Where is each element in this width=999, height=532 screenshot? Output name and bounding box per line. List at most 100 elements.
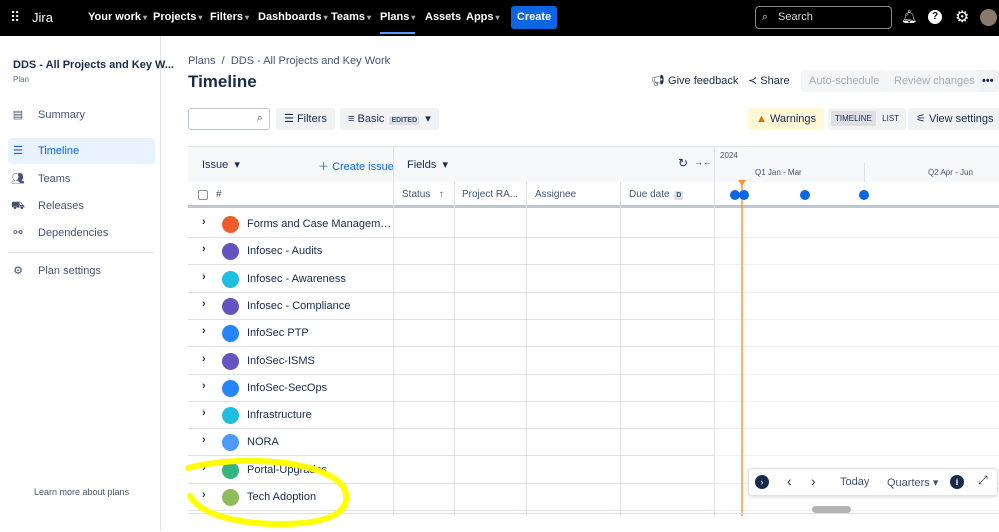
project-name[interactable]: Infosec - Compliance — [247, 300, 350, 312]
nav-teams[interactable]: Teams ▾ — [331, 11, 371, 23]
today-button[interactable]: Today — [840, 476, 869, 488]
nav-projects[interactable]: Projects ▾ — [153, 11, 202, 23]
sidebar-item-summary[interactable]: ▤ Summary — [8, 102, 155, 128]
collapse-icon[interactable]: →← — [694, 157, 712, 167]
share-button[interactable]: ≺ Share — [748, 74, 790, 87]
project-name[interactable]: InfoSec-ISMS — [247, 355, 315, 367]
scale-dropdown[interactable]: Quarters ▾ — [887, 476, 938, 489]
sliders-icon: ⚟ — [916, 113, 926, 125]
sidebar-item-releases[interactable]: ⛟ Releases — [8, 193, 155, 219]
warnings-button[interactable]: ▲ Warnings — [748, 108, 825, 130]
nav-plans[interactable]: Plans ▾ — [380, 11, 416, 34]
plan-name: DDS - All Projects and Key W... — [13, 59, 174, 71]
view-settings-button[interactable]: ⚟ View settings — [908, 108, 999, 130]
table-row[interactable]: › Infosec - Audits — [188, 238, 714, 266]
fields-dropdown[interactable]: Fields ▾ — [407, 158, 448, 171]
avatar[interactable] — [980, 9, 997, 26]
project-name[interactable]: Infosec - Audits — [247, 245, 322, 257]
table-row[interactable]: › InfoSec-SecOps — [188, 375, 714, 402]
breadcrumb-plan[interactable]: DDS - All Projects and Key Work — [231, 55, 390, 67]
timeline-row-line — [714, 400, 999, 402]
teams-icon: 👥︎ — [11, 173, 25, 185]
nav-assets[interactable]: Assets — [425, 11, 461, 23]
app-switcher-icon[interactable]: ⠿ — [10, 9, 20, 26]
nav-your-work[interactable]: Your work ▾ — [88, 11, 147, 23]
sidebar-item-timeline[interactable]: ☰ Timeline — [8, 138, 155, 164]
issue-dropdown[interactable]: Issue ▾ — [202, 158, 240, 171]
chevron-right-icon[interactable]: › — [202, 243, 206, 255]
learn-more-link[interactable]: Learn more about plans — [34, 487, 129, 497]
tab-timeline[interactable]: TIMELINE — [831, 111, 876, 126]
project-name[interactable]: InfoSec PTP — [247, 327, 309, 339]
search-field[interactable]: ⌕ — [188, 108, 270, 130]
nav-filters[interactable]: Filters ▾ — [210, 11, 249, 23]
project-name[interactable]: NORA — [247, 436, 279, 448]
status-header[interactable]: Status ↑ — [402, 189, 444, 200]
horizontal-scrollbar[interactable] — [812, 506, 851, 513]
sidebar-item-plan-settings[interactable]: ⚙ Plan settings — [8, 258, 155, 284]
project-ra-header[interactable]: Project RA... — [462, 189, 518, 200]
assignee-header[interactable]: Assignee — [535, 189, 576, 200]
table-row[interactable]: › InfoSec PTP — [188, 320, 714, 348]
chevron-right-icon[interactable]: › — [202, 380, 206, 392]
refresh-icon[interactable]: ↻ — [678, 156, 688, 170]
nav-apps[interactable]: Apps ▾ — [466, 11, 500, 23]
fullscreen-icon[interactable]: ⤢ — [978, 473, 988, 488]
search-input[interactable]: ⌕ Search — [755, 6, 892, 29]
chevron-right-icon[interactable]: › — [202, 271, 206, 283]
more-icon[interactable]: ••• — [977, 70, 999, 92]
due-date-header[interactable]: Due date D — [629, 189, 684, 200]
table-row[interactable]: › Infosec - Compliance — [188, 293, 714, 320]
jira-logo[interactable]: Jira — [32, 10, 53, 25]
timeline-marker[interactable] — [800, 190, 810, 200]
today-marker — [738, 180, 746, 186]
project-name[interactable]: InfoSec-SecOps — [247, 382, 327, 394]
search-icon: ⌕ — [256, 112, 263, 124]
project-name[interactable]: Infosec - Awareness — [247, 273, 346, 285]
chevron-right-icon[interactable]: › — [202, 216, 206, 228]
top-navigation: ⠿ Jira Your work ▾ Projects ▾ Filters ▾ Das… — [0, 0, 999, 36]
sort-arrow-icon: ↑ — [438, 189, 444, 200]
table-row[interactable]: › Infosec - Awareness — [188, 266, 714, 293]
help-icon[interactable]: ? — [928, 10, 942, 24]
create-button[interactable]: Create — [511, 6, 557, 29]
previous-icon[interactable]: ‹ — [787, 473, 792, 489]
filters-button[interactable]: ☰ Filters — [276, 108, 335, 130]
timeline-marker[interactable] — [859, 190, 869, 200]
chevron-right-icon[interactable]: › — [202, 298, 206, 310]
project-name[interactable]: Infrastructure — [247, 409, 312, 421]
settings-icon[interactable]: ⚙ — [955, 7, 969, 27]
expand-panel-icon[interactable]: › — [755, 475, 769, 489]
chevron-right-icon[interactable]: › — [202, 353, 206, 365]
info-icon[interactable]: i — [950, 475, 964, 489]
select-all-checkbox[interactable] — [198, 190, 208, 200]
basic-view-button[interactable]: ≡ Basic EDITED ▾ — [340, 108, 439, 130]
table-row[interactable]: › Forms and Case Manageme... — [188, 211, 714, 238]
chevron-right-icon[interactable]: › — [202, 325, 206, 337]
next-icon[interactable]: › — [811, 473, 816, 489]
table-row[interactable]: › Infrastructure — [188, 402, 714, 430]
view-toggle: TIMELINE LIST — [828, 108, 907, 130]
nav-dashboards[interactable]: Dashboards ▾ — [258, 11, 328, 23]
review-changes-button[interactable]: Review changes — [886, 70, 983, 92]
warning-icon: ▲ — [756, 113, 767, 125]
breadcrumb-plans[interactable]: Plans — [188, 55, 216, 67]
auto-schedule-button[interactable]: Auto-schedule — [801, 70, 888, 92]
timeline-row-line — [714, 428, 999, 430]
dependencies-icon: ⚯ — [13, 227, 23, 239]
megaphone-icon: 📢︎ — [651, 75, 665, 87]
chevron-right-icon[interactable]: › — [202, 434, 206, 446]
tab-list[interactable]: LIST — [878, 111, 903, 126]
page-title: Timeline — [188, 72, 257, 91]
project-name[interactable]: Forms and Case Manageme... — [247, 218, 393, 230]
timeline-marker[interactable] — [739, 190, 749, 200]
sidebar-item-teams[interactable]: 👥︎ Teams — [8, 166, 155, 192]
notifications-icon[interactable]: 🔔︎ — [901, 9, 918, 25]
table-row[interactable]: › InfoSec-ISMS — [188, 348, 714, 375]
column-divider — [714, 146, 715, 516]
create-issue-button[interactable]: ＋ Create issue — [318, 158, 394, 174]
chevron-right-icon[interactable]: › — [202, 407, 206, 419]
plan-type: Plan — [13, 75, 30, 84]
sidebar-item-dependencies[interactable]: ⚯ Dependencies — [8, 220, 155, 246]
give-feedback-button[interactable]: 📢︎ Give feedback — [651, 74, 738, 87]
